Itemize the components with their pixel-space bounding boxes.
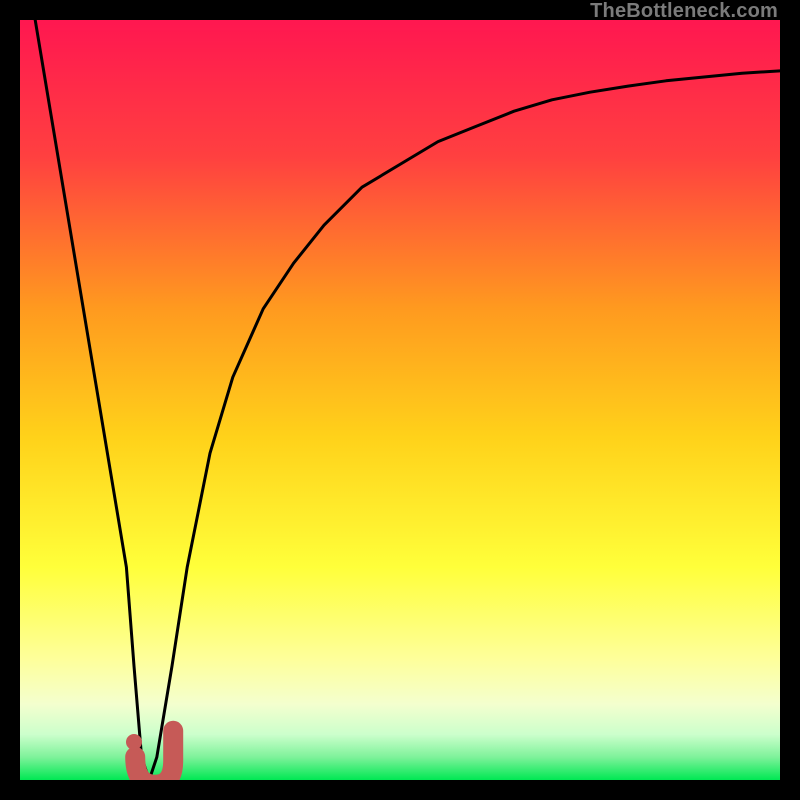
chart-frame: TheBottleneck.com: [0, 0, 800, 800]
bottleneck-chart: [20, 20, 780, 780]
watermark-text: TheBottleneck.com: [590, 0, 778, 23]
marker-dot: [126, 734, 142, 750]
